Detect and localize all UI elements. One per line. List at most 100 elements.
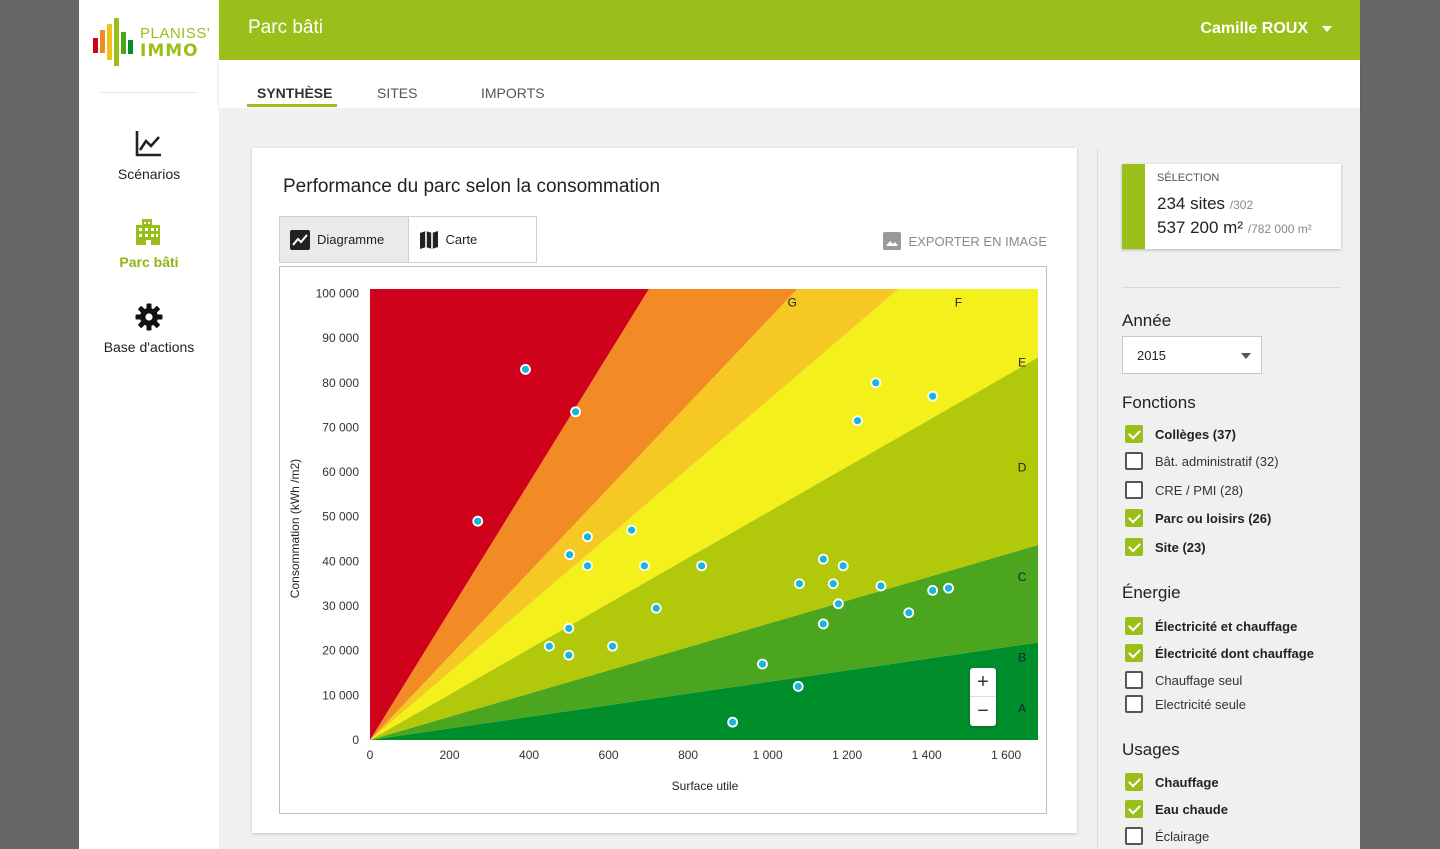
data-point (650, 602, 662, 614)
energie-option[interactable]: Electricité seule (1125, 695, 1246, 713)
brand-name-line2: IMMO (140, 41, 199, 61)
performance-card: Performance du parc selon la consommatio… (252, 148, 1077, 833)
data-point (827, 578, 839, 590)
fonction-option-label: Bât. administratif (32) (1155, 453, 1279, 469)
user-menu[interactable]: Camille ROUX (1200, 20, 1332, 38)
zoom-out-button[interactable]: − (970, 697, 996, 726)
chart-line-icon (135, 131, 161, 157)
zone-label-g: G (788, 295, 797, 309)
fonction-option[interactable]: CRE / PMI (28) (1125, 481, 1243, 499)
usage-option[interactable]: Éclairage (1125, 827, 1209, 845)
y-tick-label: 80 000 (322, 376, 359, 390)
map-icon (419, 230, 438, 249)
zone-label-e: E (1018, 356, 1026, 370)
data-point (582, 560, 593, 572)
scatter-chart: A B C D E F G 0 10 000 20 000 30 000 40 000 50 000 60… (279, 266, 1047, 814)
x-tick-label: 600 (599, 748, 619, 762)
user-name: Camille ROUX (1200, 20, 1308, 37)
fonctions-title: Fonctions (1122, 393, 1196, 412)
chevron-down-icon (1241, 353, 1251, 359)
checkbox-checked-icon[interactable] (1125, 538, 1143, 556)
zone-label-b: B (1018, 650, 1026, 664)
tab-bar: SYNTHÈSE SITES IMPORTS (219, 60, 1360, 108)
data-point (563, 622, 575, 634)
chart-canvas: A B C D E F G 0 10 000 20 000 30 000 40 000 50 000 60… (288, 286, 1038, 793)
zone-label-a: A (1018, 702, 1026, 716)
checkbox-checked-icon[interactable] (1125, 644, 1143, 662)
data-point (817, 618, 829, 630)
usage-option[interactable]: Chauffage (1125, 773, 1219, 791)
energie-option[interactable]: Électricité et chauffage (1125, 617, 1297, 635)
nav-item-parc-bati[interactable]: Parc bâti (79, 215, 219, 270)
planiss-immo-logo[interactable]: PLANISS' IMMO (91, 15, 211, 70)
tab-imports[interactable]: IMPORTS (481, 85, 545, 101)
usage-option[interactable]: Eau chaude (1125, 800, 1228, 818)
tab-sites[interactable]: SITES (377, 85, 417, 101)
checkbox-checked-icon[interactable] (1125, 800, 1143, 818)
card-title: Performance du parc selon la consommatio… (283, 176, 661, 197)
data-point (520, 363, 531, 375)
annee-title: Année (1122, 311, 1172, 330)
y-tick-label: 70 000 (322, 420, 359, 434)
diagramme-button[interactable]: Diagramme (280, 217, 409, 262)
active-tab-indicator (247, 104, 337, 107)
data-point (792, 681, 804, 692)
data-point (852, 415, 863, 427)
top-bar: Parc bâti Camille ROUX (219, 0, 1360, 60)
fonction-option[interactable]: Bât. administratif (32) (1125, 452, 1279, 470)
checkbox-empty-icon[interactable] (1125, 695, 1143, 713)
energie-option-label: Electricité seule (1155, 696, 1247, 712)
checkbox-checked-icon[interactable] (1125, 773, 1143, 791)
nav-label: Scénarios (117, 166, 181, 182)
fonction-option[interactable]: Parc ou loisirs (26) (1125, 509, 1271, 527)
data-point (757, 658, 768, 670)
fonction-option[interactable]: Collèges (37) (1125, 425, 1236, 443)
year-select[interactable]: 2015 (1122, 336, 1262, 374)
data-point (832, 598, 844, 610)
chevron-down-icon (1322, 26, 1332, 32)
data-point (472, 515, 484, 527)
view-toggle: Diagramme Carte (279, 216, 537, 263)
checkbox-empty-icon[interactable] (1125, 827, 1143, 845)
checkbox-empty-icon[interactable] (1125, 452, 1143, 470)
checkbox-empty-icon[interactable] (1125, 481, 1143, 499)
energie-option[interactable]: Électricité dont chauffage (1125, 644, 1314, 662)
fonction-option[interactable]: Site (23) (1125, 538, 1206, 556)
export-image-button[interactable]: EXPORTER EN IMAGE (882, 232, 1047, 250)
area-value: 537 200 m² (1157, 218, 1243, 237)
data-point (927, 585, 939, 596)
x-axis-label: Surface utile (672, 779, 739, 793)
selection-sites: 234 sites /302 (1157, 194, 1253, 214)
data-point (543, 640, 555, 652)
checkbox-checked-icon[interactable] (1125, 617, 1143, 635)
y-tick-label: 40 000 (322, 554, 359, 568)
tab-synthese[interactable]: SYNTHÈSE (257, 85, 332, 101)
image-icon (882, 232, 901, 250)
data-point (570, 406, 581, 418)
energie-option[interactable]: Chauffage seul (1125, 671, 1242, 689)
checkbox-checked-icon[interactable] (1125, 425, 1143, 443)
x-tick-label: 800 (678, 748, 698, 762)
fonction-option-label: Site (23) (1155, 539, 1206, 555)
y-tick-label: 10 000 (322, 688, 359, 702)
data-point (875, 580, 887, 592)
y-tick-label: 0 (352, 733, 359, 747)
nav-item-scenarios[interactable]: Scénarios (79, 128, 219, 182)
data-point (638, 560, 650, 572)
usage-option-label: Chauffage (1155, 774, 1219, 790)
data-point (727, 716, 739, 728)
checkbox-empty-icon[interactable] (1125, 671, 1143, 689)
checkbox-checked-icon[interactable] (1125, 509, 1143, 527)
x-tick-label: 400 (519, 748, 539, 762)
zoom-in-button[interactable]: + (970, 668, 996, 697)
nav-label: Parc bâti (119, 254, 179, 270)
gear-icon (135, 303, 163, 331)
nav-item-base-actions[interactable]: Base d'actions (79, 303, 219, 355)
y-tick-label: 60 000 (322, 465, 359, 479)
filter-divider (1122, 287, 1341, 288)
selection-label: SÉLECTION (1157, 172, 1220, 184)
logo-bars-icon (93, 18, 133, 66)
main-content: Performance du parc selon la consommatio… (219, 108, 1360, 849)
carte-button[interactable]: Carte (409, 217, 537, 262)
carte-label: Carte (445, 232, 478, 247)
